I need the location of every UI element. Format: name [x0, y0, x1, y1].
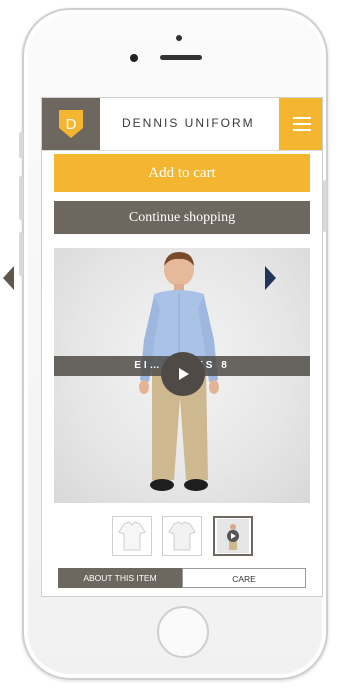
phone-speaker: [160, 55, 202, 60]
chevron-right-icon[interactable]: [265, 266, 276, 290]
thumbnail-shirt-front[interactable]: [112, 516, 152, 556]
add-to-cart-button[interactable]: Add to cart: [54, 154, 310, 192]
brand-name: DENNIS UNIFORM: [122, 116, 255, 130]
phone-volume-down: [19, 232, 23, 276]
shield-logo-icon: D: [59, 110, 83, 138]
thumbnail-shirt-back[interactable]: [162, 516, 202, 556]
logo-letter: D: [66, 116, 77, 133]
chevron-left-icon[interactable]: [3, 266, 14, 290]
phone-screen: D DENNIS UNIFORM Add to cart Continue sh…: [41, 97, 323, 597]
shirt-back-thumbnail-icon: [168, 521, 196, 551]
phone-sensor: [176, 35, 182, 41]
phone-power-button: [323, 180, 327, 232]
shirt-thumbnail-icon: [118, 521, 146, 551]
site-header: D DENNIS UNIFORM: [42, 98, 322, 151]
phone-volume-up: [19, 176, 23, 220]
hamburger-menu-icon[interactable]: [279, 98, 322, 150]
phone-silent-switch: [19, 132, 23, 158]
video-thumbnail-icon: [217, 519, 249, 553]
continue-shopping-button[interactable]: Continue shopping: [54, 201, 310, 234]
tab-about-this-item[interactable]: ABOUT THIS ITEM: [58, 568, 182, 588]
tab-care[interactable]: CARE: [182, 568, 306, 588]
thumbnail-video[interactable]: [213, 516, 253, 556]
play-icon[interactable]: [161, 352, 205, 396]
logo-link[interactable]: D: [42, 98, 100, 150]
phone-camera: [130, 54, 138, 62]
home-button[interactable]: [157, 606, 209, 658]
